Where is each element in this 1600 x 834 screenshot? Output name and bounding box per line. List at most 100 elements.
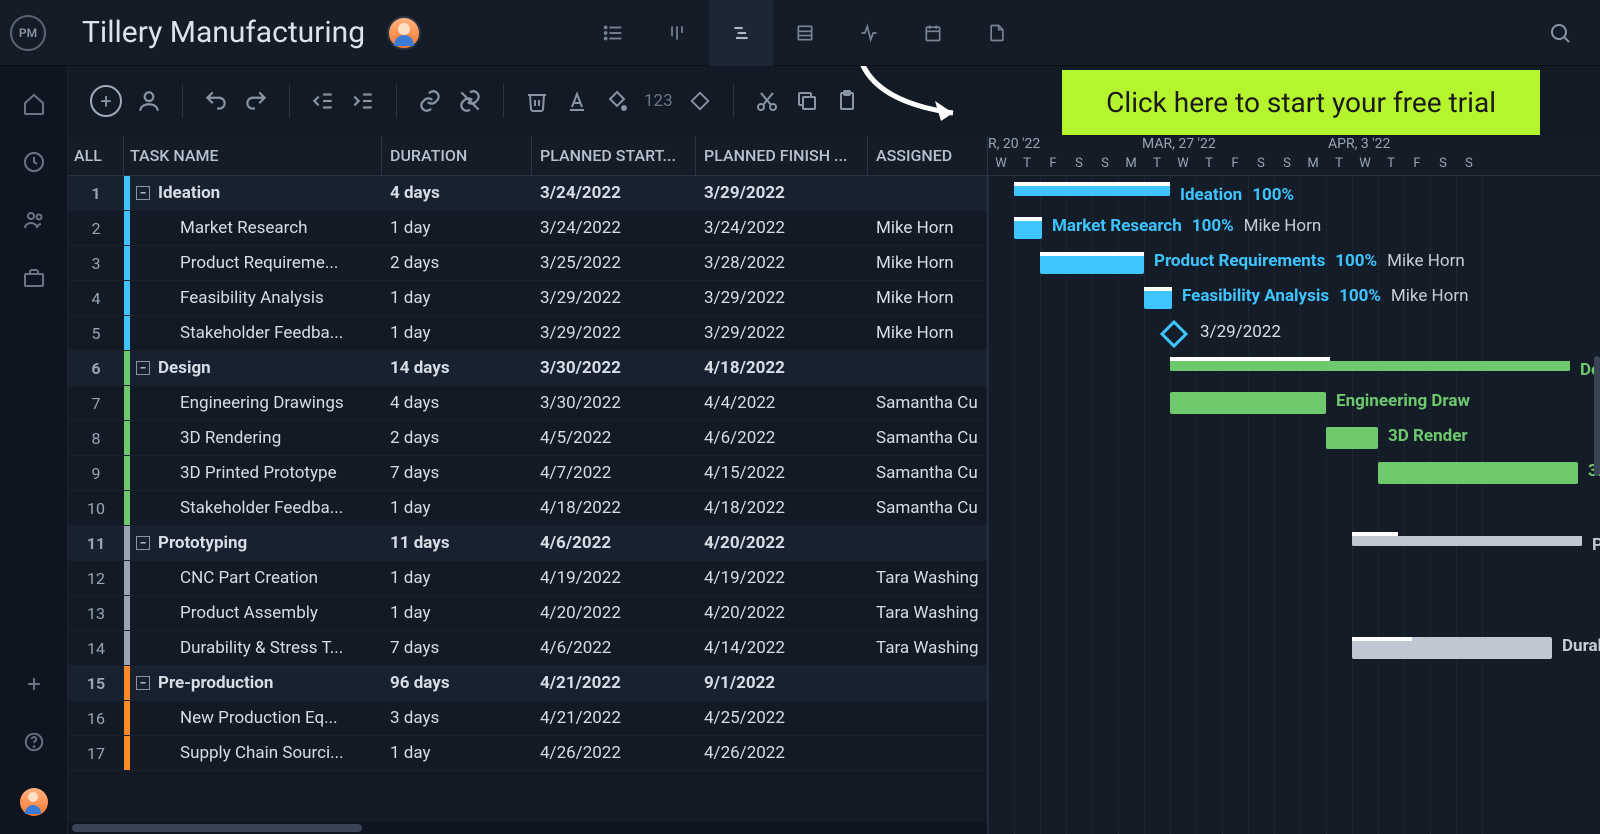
copy-button[interactable] xyxy=(794,88,820,114)
search-button[interactable] xyxy=(1540,13,1580,53)
recent-icon[interactable] xyxy=(22,150,46,174)
col-header-finish[interactable]: PLANNED FINISH ... xyxy=(696,136,868,175)
task-row[interactable]: 15−Pre-production96 days4/21/20229/1/202… xyxy=(68,666,987,701)
assign-button[interactable] xyxy=(136,88,162,114)
gantt-row[interactable]: Design 40% xyxy=(988,351,1600,386)
gantt-row[interactable] xyxy=(988,701,1600,736)
milestone-button[interactable] xyxy=(687,88,713,114)
gantt-row[interactable]: 3D Printed Prototype xyxy=(988,456,1600,491)
task-duration: 1 day xyxy=(382,288,532,308)
gantt-row[interactable]: Product Requirements 100% Mike Horn xyxy=(988,246,1600,281)
calendar-view-tab[interactable] xyxy=(901,0,965,66)
gantt-bar[interactable]: Durability & Stress T... 30% xyxy=(1352,637,1552,659)
text-format-button[interactable] xyxy=(564,88,590,114)
gantt-body[interactable]: Ideation 100% Market Research 100% Mike H… xyxy=(988,176,1600,834)
task-row[interactable]: 17Supply Chain Sourci...1 day4/26/20224/… xyxy=(68,736,987,771)
cut-button[interactable] xyxy=(754,88,780,114)
gantt-row[interactable]: Prototyping 20% xyxy=(988,526,1600,561)
task-name: Prototyping xyxy=(158,533,247,553)
task-row[interactable]: 14Durability & Stress T...7 days4/6/2022… xyxy=(68,631,987,666)
gantt-row[interactable]: 3D Render xyxy=(988,421,1600,456)
gantt-row[interactable]: Engineering Draw xyxy=(988,386,1600,421)
link-button[interactable] xyxy=(417,88,443,114)
portfolio-icon[interactable] xyxy=(22,266,46,290)
gantt-row[interactable]: Ideation 100% xyxy=(988,176,1600,211)
user-avatar[interactable] xyxy=(20,788,48,816)
team-icon[interactable] xyxy=(22,208,46,232)
gantt-bar[interactable]: Feasibility Analysis 100% Mike Horn xyxy=(1144,287,1172,309)
free-trial-cta[interactable]: Click here to start your free trial xyxy=(1062,70,1540,135)
gantt-row[interactable] xyxy=(988,561,1600,596)
gantt-bar[interactable]: Product Requirements 100% Mike Horn xyxy=(1040,252,1144,274)
paste-button[interactable] xyxy=(834,88,860,114)
gantt-row[interactable] xyxy=(988,596,1600,631)
redo-button[interactable] xyxy=(243,88,269,114)
task-duration: 11 days xyxy=(382,533,532,553)
sheet-view-tab[interactable] xyxy=(773,0,837,66)
task-row[interactable]: 93D Printed Prototype7 days4/7/20224/15/… xyxy=(68,456,987,491)
undo-button[interactable] xyxy=(203,88,229,114)
col-header-duration[interactable]: DURATION xyxy=(382,136,532,175)
task-row[interactable]: 3Product Requireme...2 days3/25/20223/28… xyxy=(68,246,987,281)
app-header: PM Tillery Manufacturing xyxy=(0,0,1600,66)
add-icon[interactable] xyxy=(22,672,46,696)
gantt-row[interactable] xyxy=(988,736,1600,771)
gantt-row[interactable]: Feasibility Analysis 100% Mike Horn xyxy=(988,281,1600,316)
task-row[interactable]: 7Engineering Drawings4 days3/30/20224/4/… xyxy=(68,386,987,421)
gantt-row[interactable]: Market Research 100% Mike Horn xyxy=(988,211,1600,246)
task-assigned: Samantha Cu xyxy=(868,463,987,483)
task-row[interactable]: 12CNC Part Creation1 day4/19/20224/19/20… xyxy=(68,561,987,596)
number-format-button[interactable]: 123 xyxy=(644,91,673,111)
help-icon[interactable] xyxy=(22,730,46,754)
board-view-tab[interactable] xyxy=(645,0,709,66)
project-title[interactable]: Tillery Manufacturing xyxy=(82,15,365,50)
collapse-icon[interactable]: − xyxy=(136,361,150,375)
color-button[interactable] xyxy=(604,88,630,114)
milestone-marker[interactable] xyxy=(1160,320,1188,348)
outdent-button[interactable] xyxy=(310,88,336,114)
unlink-button[interactable] xyxy=(457,88,483,114)
gantt-view-tab[interactable] xyxy=(709,0,773,66)
home-icon[interactable] xyxy=(22,92,46,116)
gantt-row[interactable] xyxy=(988,491,1600,526)
collapse-icon[interactable]: − xyxy=(136,676,150,690)
files-view-tab[interactable] xyxy=(965,0,1029,66)
gantt-bar[interactable]: 3D Render xyxy=(1326,427,1378,449)
gantt-chart[interactable]: R, 20 '22MAR, 27 '22APR, 3 '22 WTFSSMTWT… xyxy=(988,136,1600,834)
collapse-icon[interactable]: − xyxy=(136,536,150,550)
activity-view-tab[interactable] xyxy=(837,0,901,66)
task-row[interactable]: 16New Production Eq...3 days4/21/20224/2… xyxy=(68,701,987,736)
gantt-row[interactable]: 3/29/2022 xyxy=(988,316,1600,351)
task-start: 4/5/2022 xyxy=(532,428,696,448)
gantt-row[interactable]: Durability & Stress T... 30% xyxy=(988,631,1600,666)
task-row[interactable]: 11−Prototyping11 days4/6/20224/20/2022 xyxy=(68,526,987,561)
task-row[interactable]: 13Product Assembly1 day4/20/20224/20/202… xyxy=(68,596,987,631)
task-row[interactable]: 83D Rendering2 days4/5/20224/6/2022Saman… xyxy=(68,421,987,456)
task-row[interactable]: 2Market Research1 day3/24/20223/24/2022M… xyxy=(68,211,987,246)
project-owner-avatar[interactable] xyxy=(387,16,421,50)
gantt-bar[interactable]: 3D Printed Prototype xyxy=(1378,462,1578,484)
task-row[interactable]: 10Stakeholder Feedba...1 day4/18/20224/1… xyxy=(68,491,987,526)
collapse-icon[interactable]: − xyxy=(136,186,150,200)
gantt-bar[interactable]: Engineering Draw xyxy=(1170,392,1326,414)
col-header-all[interactable]: ALL xyxy=(68,136,124,175)
col-header-start[interactable]: PLANNED START... xyxy=(532,136,696,175)
gantt-row[interactable] xyxy=(988,666,1600,701)
task-row[interactable]: 1−Ideation4 days3/24/20223/29/2022 xyxy=(68,176,987,211)
toolbar-separator xyxy=(182,84,183,118)
gantt-vertical-scrollbar[interactable] xyxy=(1594,356,1600,476)
col-header-assigned[interactable]: ASSIGNED xyxy=(868,146,987,165)
app-logo[interactable]: PM xyxy=(10,15,46,51)
indent-button[interactable] xyxy=(350,88,376,114)
add-task-button[interactable]: + xyxy=(90,85,122,117)
horizontal-scrollbar[interactable] xyxy=(68,822,987,834)
delete-button[interactable] xyxy=(524,88,550,114)
task-row[interactable]: 4Feasibility Analysis1 day3/29/20223/29/… xyxy=(68,281,987,316)
list-view-tab[interactable] xyxy=(581,0,645,66)
task-row[interactable]: 5Stakeholder Feedba...1 day3/29/20223/29… xyxy=(68,316,987,351)
task-row[interactable]: 6−Design14 days3/30/20224/18/2022 xyxy=(68,351,987,386)
task-finish: 3/24/2022 xyxy=(696,218,868,238)
gantt-bar[interactable]: Market Research 100% Mike Horn xyxy=(1014,217,1042,239)
col-header-name[interactable]: TASK NAME xyxy=(124,136,382,175)
task-duration: 1 day xyxy=(382,568,532,588)
